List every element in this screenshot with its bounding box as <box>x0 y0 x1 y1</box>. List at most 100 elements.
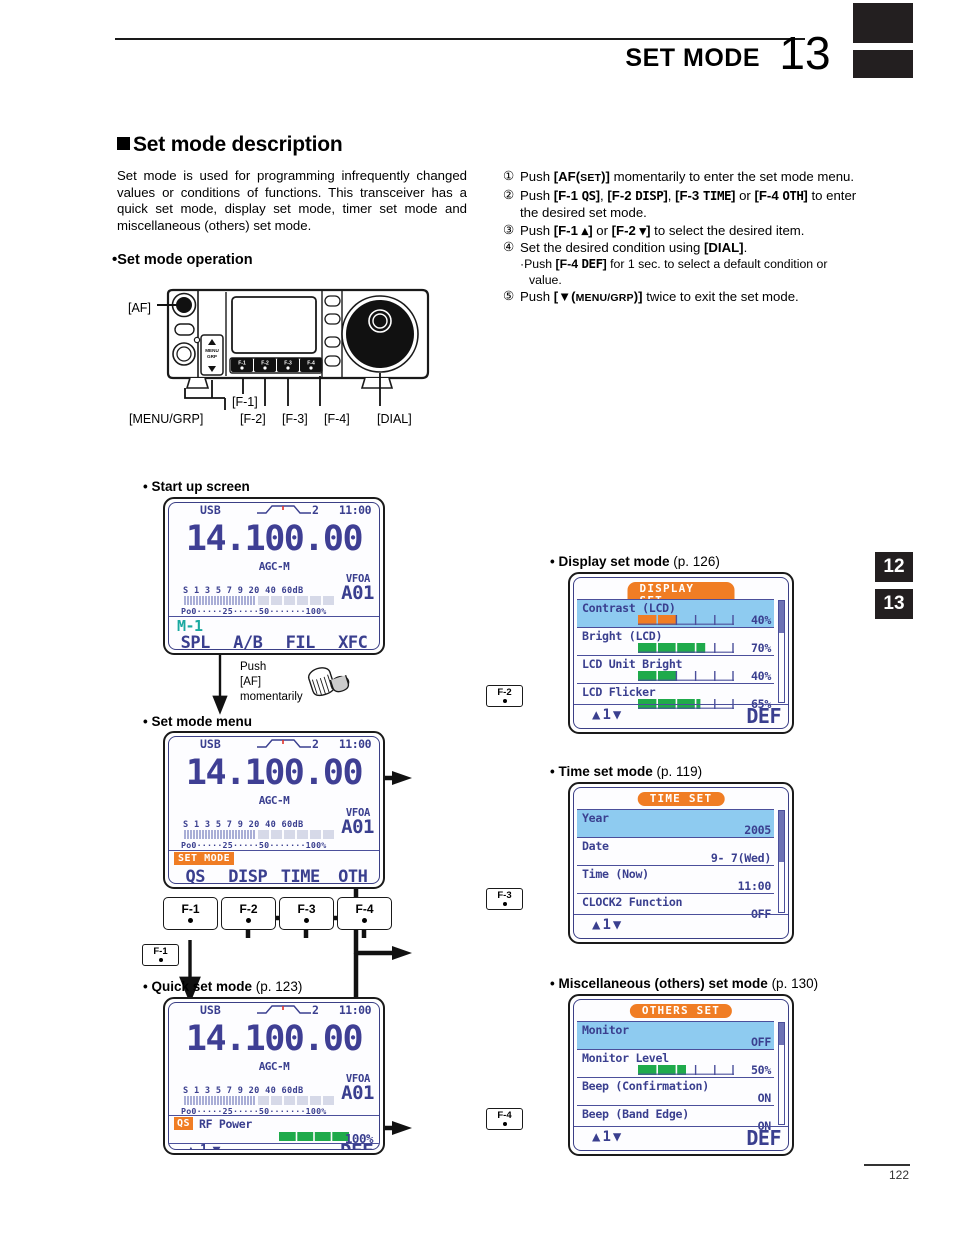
lcd-setmode-menu-screen: USB 2 11:00 14.100.00 AGC-M VFOA A01 S 1… <box>163 731 385 889</box>
timeset-row-3[interactable]: Time (Now) 11:00 <box>577 865 774 893</box>
startup-softkey-3[interactable]: FIL <box>274 633 327 649</box>
function-button-f4[interactable]: F-4 <box>337 897 392 930</box>
setmode-mode: USB <box>200 737 221 751</box>
startup-softkeys: SPL A/B FIL XFC <box>169 633 380 649</box>
othersset-nav-down[interactable]: ▼ <box>613 1129 623 1145</box>
othersset-nav-num: 1 <box>602 1129 613 1145</box>
displayset-scrollbar[interactable] <box>778 600 785 703</box>
function-button-f1-dot <box>188 918 193 923</box>
setmode-softkey-qs[interactable]: QS <box>169 867 222 883</box>
displayset-row-3[interactable]: LCD Unit Bright 40% <box>577 655 774 683</box>
displayset-nav-num: 1 <box>602 707 613 723</box>
lcd-quickset-screen: USB 2 11:00 14.100.00 AGC-M VFOA A01 S 1… <box>163 997 385 1155</box>
function-button-f2[interactable]: F-2 <box>221 897 276 930</box>
startup-agc: AGC-M <box>258 560 290 573</box>
page-title: SET MODE <box>625 44 760 72</box>
radio-label-f3: [F-3] <box>282 412 308 426</box>
startup-frequency: 14.100.00 <box>185 519 364 559</box>
quickset-nav[interactable]: ▲1▼ <box>187 1143 226 1149</box>
displayset-nav-up[interactable]: ▲ <box>592 707 602 723</box>
function-button-f1[interactable]: F-1 <box>163 897 218 930</box>
timeset-row-2-value: 9- 7(Wed) <box>710 851 771 865</box>
caption-startup-screen: • Start up screen <box>143 479 250 494</box>
startup-softkey-1[interactable]: SPL <box>169 633 222 649</box>
function-button-f3[interactable]: F-3 <box>279 897 334 930</box>
timeset-scrollbar[interactable] <box>778 810 785 913</box>
flow-tag-f2[interactable]: F-2 <box>486 685 523 707</box>
timeset-nav-up[interactable]: ▲ <box>592 917 602 933</box>
othersset-nav[interactable]: ▲1▼ <box>592 1129 623 1145</box>
displayset-row-2[interactable]: Bright (LCD) 70% <box>577 627 774 655</box>
radio-label-f1: [F-1] <box>232 395 258 409</box>
timeset-row-1[interactable]: Year 2005 <box>577 809 774 837</box>
lcd-startup-screen: USB 2 11:00 14.100.00 AGC-M VFOA A01 S 1… <box>163 497 385 655</box>
page-tab-12[interactable]: 12 <box>875 552 913 582</box>
page-number-rule <box>864 1164 910 1166</box>
timeset-row-1-value: 2005 <box>744 823 771 837</box>
caption-timeset: • Time set mode (p. 119) <box>550 764 702 779</box>
page-tab-13[interactable]: 13 <box>875 589 913 619</box>
startup-signal-meter <box>184 596 334 605</box>
timeset-rows: Year 2005 Date 9- 7(Wed) Time (Now) 11:0… <box>577 809 774 921</box>
displayset-row-3-value: 40% <box>750 669 771 683</box>
caption-othersset-page: (p. 130) <box>771 976 819 991</box>
quickset-mode: USB <box>200 1003 221 1017</box>
displayset-scroll-thumb[interactable] <box>779 601 784 634</box>
radio-label-f4: [F-4] <box>324 412 350 426</box>
caption-setmode-text: Set mode menu <box>151 714 253 729</box>
flow-tag-f3[interactable]: F-3 <box>486 888 523 910</box>
quickset-nav-down[interactable]: ▼ <box>213 1143 226 1149</box>
timeset-scroll-thumb[interactable] <box>779 811 784 862</box>
procedure-steps: ① Push [AF(SET)] momentarily to enter th… <box>503 168 863 307</box>
setmode-softkey-disp[interactable]: DISP <box>222 867 275 883</box>
displayset-def-button[interactable]: DEF <box>746 704 781 728</box>
function-button-f4-label: F-4 <box>355 902 374 916</box>
othersset-row-2-bar <box>638 1065 734 1075</box>
step-3: ③ Push [F-1 ▴] or [F-2 ▾] to select the … <box>503 222 863 239</box>
othersset-scroll-thumb[interactable] <box>779 1023 784 1046</box>
radio-label-f2: [F-2] <box>240 412 266 426</box>
displayset-nav[interactable]: ▲1▼ <box>592 707 623 723</box>
flow-tag-f1[interactable]: F-1 <box>142 944 179 966</box>
othersset-row-2[interactable]: Monitor Level 50% <box>577 1049 774 1077</box>
quickset-nav-num: 1 <box>200 1143 213 1149</box>
function-button-f3-dot <box>304 918 309 923</box>
setmode-softkey-time[interactable]: TIME <box>274 867 327 883</box>
step-4-number: ④ <box>503 239 515 254</box>
filter-shape-icon <box>257 505 311 514</box>
step-5-number: ⑤ <box>503 289 515 304</box>
flow-tag-f4[interactable]: F-4 <box>486 1108 523 1130</box>
startup-meter-scale: S 1 3 5 7 9 20 40 60dB <box>183 586 304 596</box>
step-3-text: Push [F-1 ▴] or [F-2 ▾] to select the de… <box>520 222 805 238</box>
startup-clock: 11:00 <box>338 503 372 517</box>
displayset-rows: Contrast (LCD) 40% Bright (LCD) 70% LCD … <box>577 599 774 711</box>
displayset-nav-down[interactable]: ▼ <box>613 707 623 723</box>
othersset-row-1[interactable]: Monitor OFF <box>577 1021 774 1049</box>
othersset-row-3[interactable]: Beep (Confirmation) ON <box>577 1077 774 1105</box>
section-heading: Set mode description <box>117 133 343 157</box>
startup-softkey-4[interactable]: XFC <box>327 633 380 649</box>
startup-softkey-2[interactable]: A/B <box>222 633 275 649</box>
timeset-row-2[interactable]: Date 9- 7(Wed) <box>577 837 774 865</box>
caption-quickset: • Quick set mode (p. 123) <box>143 979 302 994</box>
quickset-item-label: RF Power <box>199 1117 252 1131</box>
caption-setmode-menu: • Set mode menu <box>143 714 252 729</box>
displayset-row-4-label: LCD Flicker <box>582 685 656 699</box>
radio-label-dial: [DIAL] <box>377 412 412 426</box>
timeset-row-4-label: CLOCK2 Function <box>582 895 683 909</box>
quickset-def-button[interactable]: DEF <box>340 1140 373 1149</box>
displayset-row-1[interactable]: Contrast (LCD) 40% <box>577 599 774 627</box>
timeset-nav-down[interactable]: ▼ <box>613 917 623 933</box>
quickset-nav-up[interactable]: ▲ <box>187 1143 200 1149</box>
othersset-nav-up[interactable]: ▲ <box>592 1129 602 1145</box>
flow-tag-f2-label: F-2 <box>497 687 512 698</box>
setmode-softkey-oth[interactable]: OTH <box>327 867 380 883</box>
othersset-scrollbar[interactable] <box>778 1022 785 1125</box>
radio-callout-lines <box>157 304 381 410</box>
othersset-def-button[interactable]: DEF <box>746 1126 781 1150</box>
quickset-frequency: 14.100.00 <box>185 1019 364 1059</box>
caption-quickset-text: Quick set mode <box>151 979 253 994</box>
timeset-nav[interactable]: ▲1▼ <box>592 917 623 933</box>
lcd-displayset-inner: DISPLAY SET Contrast (LCD) 40% Bright (L… <box>573 577 789 729</box>
quickset-agc: AGC-M <box>258 1060 290 1073</box>
